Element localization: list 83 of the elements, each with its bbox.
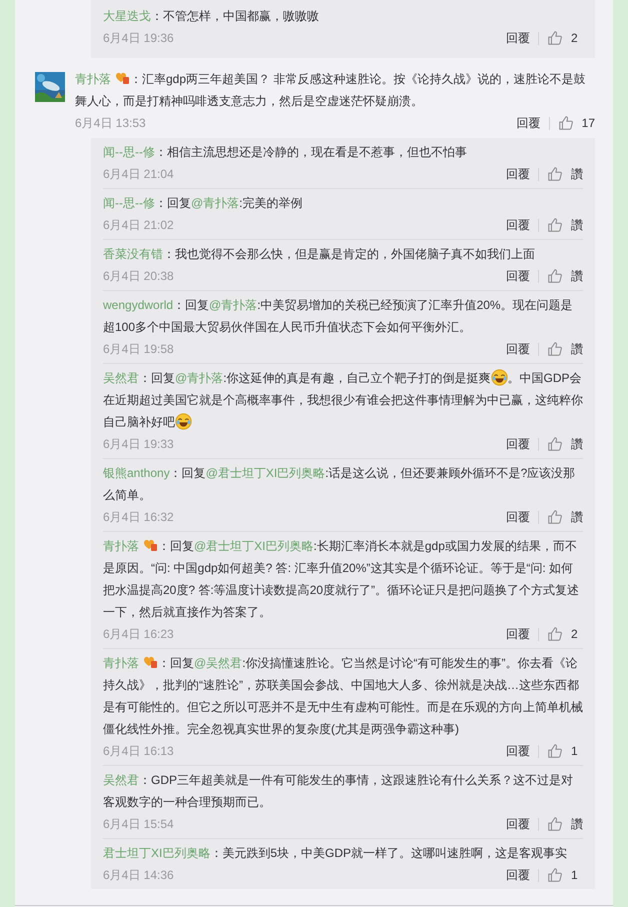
timestamp: 6月4日 19:33 (103, 436, 174, 452)
badge-icon (142, 538, 158, 552)
mention-link[interactable]: @君士坦丁XI巴列奥略 (194, 539, 314, 553)
timestamp: 6月4日 16:32 (103, 508, 174, 526)
reply-text: 闻--思--修：相信主流思想还是冷静的，现在看是不惹事，但也不怕事 (103, 144, 468, 161)
reply-text: 香菜没有错：我也觉得不会那么快，但是赢是肯定的，外国佬脑子真不如我们上面 (103, 246, 536, 263)
timestamp: 6月4日 20:38 (103, 268, 174, 284)
like-count: 1 (571, 868, 579, 882)
reply-text: 君士坦丁XI巴列奥略：美元跌到5块，中美GDP就一样了。这哪叫速胜啊，这是客观事实 (103, 845, 568, 862)
reply-text: 闻--思--修：回复@青扑落:完美的举例 (103, 195, 304, 212)
username[interactable]: 青扑落 (103, 656, 139, 670)
thumbs-up-icon[interactable] (547, 626, 563, 642)
timestamp: 6月4日 19:58 (103, 340, 174, 358)
thumbs-up-icon[interactable] (547, 743, 563, 759)
reply-link[interactable]: 回覆 (506, 216, 530, 234)
like-count: 讚 (571, 436, 583, 452)
like-count: 讚 (571, 508, 583, 526)
reply-link[interactable]: 回覆 (506, 816, 530, 832)
mention-link[interactable]: @君士坦丁XI巴列奥略 (206, 466, 326, 480)
thumbs-up-icon[interactable] (558, 115, 574, 131)
reply-text: 吴然君：回复@青扑落:你这延伸的真是有趣，自己立个靶子打的倒是挺爽 。中国GDP会在近期超过美国它就是个高概率事件，我想很少有谁会把这件事情理解为中已赢，这纯粹你自己脑补好吧 (103, 368, 583, 432)
timestamp: 6月4日 21:02 (103, 216, 174, 234)
username[interactable]: 银熊anthony (103, 466, 170, 480)
timestamp: 6月4日 16:13 (103, 742, 174, 760)
timestamp: 6月4日 13:53 (75, 114, 146, 132)
username[interactable]: 吴然君 (103, 773, 139, 787)
reply-link[interactable]: 回覆 (506, 508, 530, 526)
username[interactable]: wengydworld (103, 298, 174, 312)
reply-link[interactable]: 回覆 (506, 866, 530, 884)
like-count: 17 (582, 116, 595, 130)
timestamp: 6月4日 14:36 (103, 866, 174, 884)
reply-text: 青扑落 ：回复@君士坦丁XI巴列奥略:长期汇率消长本就是gdp或国力发展的结果，而不是原因。“问: 中国gdp如何超美? 答: 汇率升值20%”这其实是个循环论证。等于是“问: 如何把水温提高20度? 答:等温度计读数提高20度就行了”。循环论证只是把问题换了个方式复述一下，然后就直接作为答案了。 (103, 537, 580, 621)
reply-link[interactable]: 回覆 (506, 268, 530, 284)
timestamp: 6月4日 16:23 (103, 626, 174, 642)
username[interactable]: 大星迭戈 (103, 9, 151, 23)
reply-link[interactable]: 回覆 (506, 30, 530, 46)
like-count: 讚 (571, 340, 583, 358)
thumbs-up-icon[interactable] (547, 217, 563, 233)
timestamp: 6月4日 21:04 (103, 166, 174, 182)
thumbs-up-icon[interactable] (547, 268, 563, 284)
username[interactable]: 青扑落 (103, 539, 139, 553)
reply-link[interactable]: 回覆 (506, 626, 530, 642)
username[interactable]: 吴然君 (103, 371, 139, 385)
timestamp: 6月4日 15:54 (103, 816, 174, 832)
username[interactable]: 闻--思--修 (103, 145, 155, 159)
mention-link[interactable]: @青扑落 (175, 371, 224, 385)
reply-text: wengydworld：回复@青扑落:中美贸易增加的关税已经预演了汇率升值20%。现在问题是超100多个中国最大贸易伙伴国在人民币升值状态下会如何平衡外汇。 (103, 297, 574, 336)
badge-icon (114, 71, 130, 85)
thumbs-up-icon[interactable] (547, 166, 563, 182)
like-count: 2 (571, 31, 579, 45)
reply-text: 青扑落 ：回复@吴然君:你没搞懂速胜论。它当然是讨论“有可能发生的事”。你去看《论持久战》，批判的“速胜论”，苏联美国会参战、中国地大人多、徐州就是决战…这些东西都是有可能性的。但它之所以可恶并不是无中生有虚构可能性。而是在乐观的方向上简单机械僵化线性外推。完全忽视真实世界的复杂度(尤其是两强争霸这种事) (103, 654, 583, 738)
username[interactable]: 青扑落 (75, 72, 111, 86)
like-count: 2 (571, 627, 579, 641)
reply-text: 银熊anthony：回复@君士坦丁XI巴列奥略:话是这么说，但还要兼顾外循环不是?应该没那么简单。 (103, 465, 576, 504)
reply-link[interactable]: 回覆 (506, 340, 530, 358)
mention-link[interactable]: @青扑落 (209, 298, 258, 312)
like-count: 讚 (571, 216, 583, 234)
reply-link[interactable]: 回覆 (516, 114, 541, 132)
username[interactable]: 君士坦丁XI巴列奥略 (103, 846, 210, 860)
reply-link[interactable]: 回覆 (506, 166, 530, 182)
thumbs-up-icon[interactable] (547, 816, 563, 832)
thumbs-up-icon[interactable] (547, 341, 563, 357)
comment-text: 青扑落 ：汇率gdp两三年超美国？ 非常反感这种速胜论。按《论持久战》说的，速胜论不是鼓舞人心，而是打精神吗啡透支意志力，然后是空虚迷茫怀疑崩溃。 (75, 70, 586, 110)
reply-link[interactable]: 回覆 (506, 742, 530, 760)
like-count: 1 (571, 744, 579, 758)
timestamp: 6月4日 19:36 (103, 30, 174, 46)
like-count: 讚 (571, 166, 583, 182)
thumbs-up-icon[interactable] (547, 509, 563, 525)
laughing-emoji-icon (175, 413, 192, 430)
reply-text: 吴然君：GDP三年超美就是一件有可能发生的事情，这跟速胜论有什么关系？这不过是对客观数字的一种合理预期而已。 (103, 772, 574, 811)
like-count: 讚 (571, 816, 583, 832)
like-count: 讚 (571, 268, 583, 284)
thumbs-up-icon[interactable] (547, 867, 563, 883)
thumbs-up-icon[interactable] (547, 436, 563, 452)
mention-link[interactable]: @青扑落 (190, 196, 240, 210)
username[interactable]: 闻--思--修 (103, 196, 155, 210)
reply-text: 大星迭戈：不管怎样，中国都赢，嗷嗷嗷 (103, 8, 320, 25)
reply-link[interactable]: 回覆 (506, 436, 530, 452)
username[interactable]: 香菜没有错 (103, 247, 163, 261)
laughing-emoji-icon (490, 369, 508, 386)
badge-icon (142, 655, 158, 669)
mention-link[interactable]: @吴然君 (194, 656, 242, 670)
thumbs-up-icon[interactable] (547, 30, 563, 46)
